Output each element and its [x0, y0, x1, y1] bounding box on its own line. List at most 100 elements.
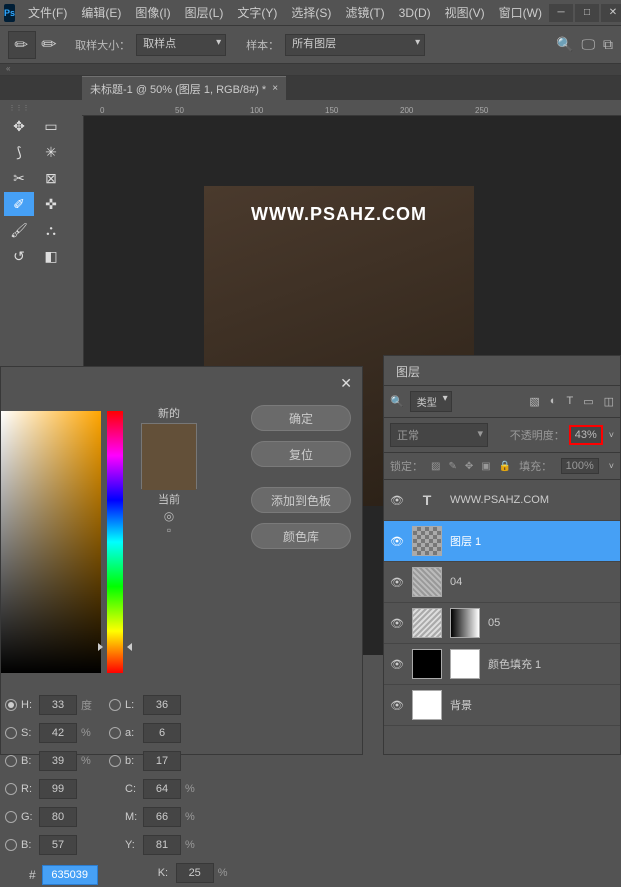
b-radio[interactable] — [5, 755, 17, 767]
quick-select-tool[interactable]: ✳ — [36, 140, 66, 164]
marquee-tool[interactable]: ▭ — [36, 114, 66, 138]
blend-mode-select[interactable]: 正常 — [390, 423, 488, 447]
menu-layer[interactable]: 图层(L) — [178, 1, 231, 24]
minimize-button[interactable]: ─ — [549, 4, 573, 22]
ruler-horizontal[interactable]: 0 50 100 150 200 250 — [82, 100, 621, 116]
filter-smart-icon[interactable]: ◫ — [604, 395, 614, 408]
layer-name[interactable]: 颜色填充 1 — [488, 656, 541, 672]
color-library-button[interactable]: 颜色库 — [251, 523, 351, 549]
layer-thumbnail[interactable] — [412, 649, 442, 679]
layer-row[interactable]: 👁 颜色填充 1 — [384, 644, 620, 685]
visibility-toggle[interactable]: 👁 — [390, 658, 404, 671]
websafe-icon[interactable]: ▫ — [167, 523, 171, 537]
crop-tool[interactable]: ✂ — [4, 166, 34, 190]
menu-edit[interactable]: 编辑(E) — [74, 1, 128, 24]
hex-input[interactable] — [42, 865, 98, 885]
workspace-icon[interactable]: ⧉ — [603, 36, 613, 53]
lock-pixels-icon[interactable]: ✎ — [448, 461, 456, 472]
h-input[interactable] — [39, 695, 77, 715]
ok-button[interactable]: 确定 — [251, 405, 351, 431]
h-radio[interactable] — [5, 699, 17, 711]
layer-name[interactable]: 05 — [488, 617, 500, 629]
m-input[interactable] — [143, 807, 181, 827]
lock-all-icon[interactable]: ▨ — [431, 461, 440, 472]
r-input[interactable] — [39, 779, 77, 799]
dialog-close-icon[interactable]: ✕ — [340, 375, 352, 392]
layer-filter-type[interactable]: 类型 — [410, 391, 452, 412]
filter-text-icon[interactable]: T — [566, 395, 573, 408]
layer-name[interactable]: 04 — [450, 576, 462, 588]
layer-name[interactable]: 图层 1 — [450, 533, 481, 549]
filter-shape-icon[interactable]: ▭ — [583, 395, 593, 408]
opacity-input[interactable]: 43% — [569, 425, 603, 445]
c-input[interactable] — [143, 779, 181, 799]
layer-row[interactable]: 👁 05 — [384, 603, 620, 644]
layers-tab[interactable]: 图层 — [384, 356, 432, 385]
add-swatch-button[interactable]: 添加到色板 — [251, 487, 351, 513]
frame-tool[interactable]: ⊠ — [36, 166, 66, 190]
stamp-tool[interactable]: ⛬ — [36, 218, 66, 242]
y-input[interactable] — [143, 835, 181, 855]
g-input[interactable] — [39, 807, 77, 827]
layer-row[interactable]: 👁 04 — [384, 562, 620, 603]
document-tab[interactable]: 未标题-1 @ 50% (图层 1, RGB/8#) * × — [82, 76, 286, 101]
layer-row[interactable]: 👁 T WWW.PSAHZ.COM — [384, 480, 620, 521]
bb-input[interactable] — [39, 835, 77, 855]
panel-collapse-strip[interactable]: « — [0, 64, 621, 76]
lock-icon[interactable]: 🔒 — [499, 461, 511, 472]
reset-button[interactable]: 复位 — [251, 441, 351, 467]
eraser-tool[interactable]: ◧ — [36, 244, 66, 268]
visibility-toggle[interactable]: 👁 — [390, 576, 404, 589]
search-icon[interactable]: 🔍 — [556, 36, 573, 53]
lock-artboard-icon[interactable]: ▣ — [481, 461, 490, 472]
close-button[interactable]: ✕ — [601, 4, 621, 22]
layer-row[interactable]: 👁 背景 — [384, 685, 620, 726]
g-radio[interactable] — [5, 811, 17, 823]
layer-thumbnail[interactable] — [412, 526, 442, 556]
menu-image[interactable]: 图像(I) — [128, 1, 177, 24]
hue-slider[interactable] — [107, 411, 123, 673]
menu-3d[interactable]: 3D(D) — [392, 3, 438, 23]
layer-thumbnail[interactable] — [412, 608, 442, 638]
layer-name[interactable]: WWW.PSAHZ.COM — [450, 494, 549, 506]
b2-radio[interactable] — [109, 755, 121, 767]
menu-view[interactable]: 视图(V) — [438, 1, 492, 24]
history-brush-tool[interactable]: ↺ — [4, 244, 34, 268]
filter-adjust-icon[interactable]: ◐ — [550, 395, 557, 408]
bb-radio[interactable] — [5, 839, 17, 851]
layer-name[interactable]: 背景 — [450, 697, 472, 713]
lasso-tool[interactable]: ⟆ — [4, 140, 34, 164]
fill-input[interactable]: 100% — [561, 458, 599, 474]
menu-select[interactable]: 选择(S) — [284, 1, 338, 24]
a-radio[interactable] — [109, 727, 121, 739]
s-radio[interactable] — [5, 727, 17, 739]
brush-tool[interactable]: 🖌 — [4, 218, 34, 242]
a-input[interactable] — [143, 723, 181, 743]
color-field[interactable] — [1, 411, 101, 673]
maximize-button[interactable]: □ — [575, 4, 599, 22]
b-input[interactable] — [39, 751, 77, 771]
sample-select[interactable]: 所有图层 — [285, 34, 425, 56]
eyedropper-tool[interactable]: ✐ — [4, 192, 34, 216]
layer-thumbnail[interactable] — [412, 690, 442, 720]
r-radio[interactable] — [5, 783, 17, 795]
lock-position-icon[interactable]: ✥ — [465, 461, 473, 472]
layer-row[interactable]: 👁 图层 1 — [384, 521, 620, 562]
visibility-toggle[interactable]: 👁 — [390, 494, 404, 507]
layer-mask[interactable] — [450, 649, 480, 679]
opacity-dropdown-icon[interactable]: ˅ — [609, 430, 614, 440]
sample-size-select[interactable]: 取样点 — [136, 34, 226, 56]
visibility-toggle[interactable]: 👁 — [390, 699, 404, 712]
layer-mask[interactable] — [450, 608, 480, 638]
layer-thumbnail[interactable] — [412, 567, 442, 597]
toolbox-handle[interactable]: ⋮⋮⋮ — [4, 104, 34, 112]
tab-close-icon[interactable]: × — [272, 83, 278, 94]
fill-dropdown-icon[interactable]: ˅ — [609, 461, 614, 471]
share-icon[interactable]: 🖵 — [582, 36, 596, 53]
visibility-toggle[interactable]: 👁 — [390, 617, 404, 630]
s-input[interactable] — [39, 723, 77, 743]
b2-input[interactable] — [143, 751, 181, 771]
l-radio[interactable] — [109, 699, 121, 711]
menu-file[interactable]: 文件(F) — [21, 1, 74, 24]
menu-type[interactable]: 文字(Y) — [230, 1, 284, 24]
